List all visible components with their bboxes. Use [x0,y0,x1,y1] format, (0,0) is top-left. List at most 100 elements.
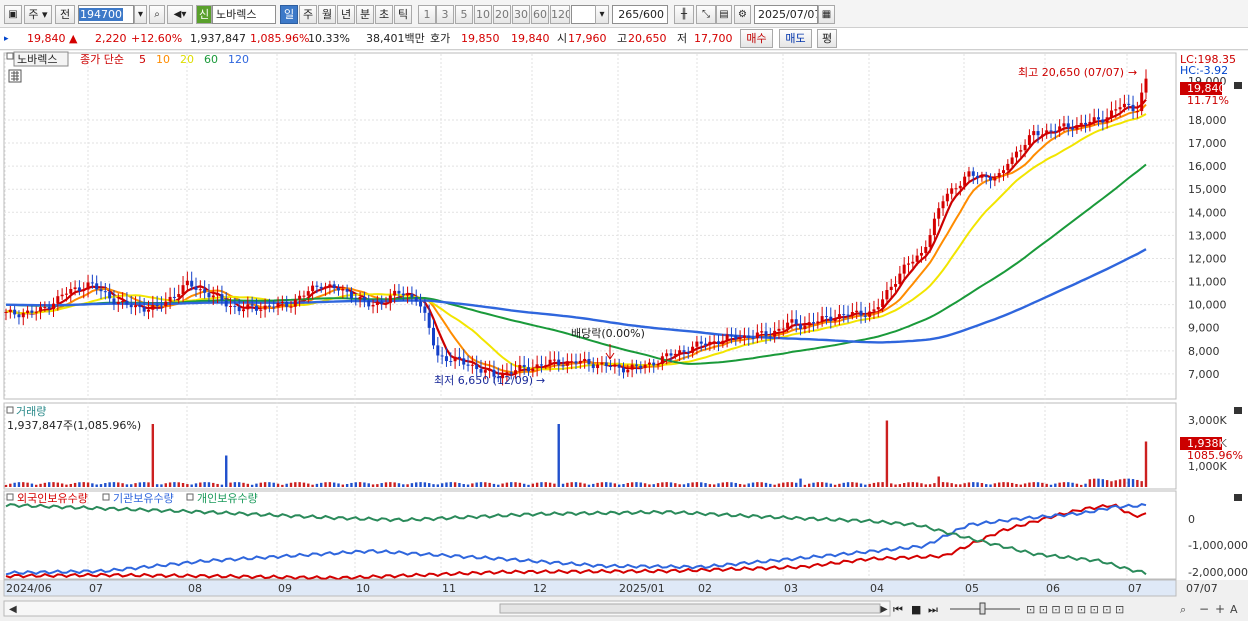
candle-body [954,188,958,190]
xlabel-8: 02 [698,582,712,595]
candle-body [894,284,898,287]
period-tab-1[interactable]: 주 [299,5,317,24]
volume-bar [108,482,111,487]
volume-bar [376,484,379,487]
volume-bar [941,482,945,487]
expand-icon[interactable]: ▸ [4,32,9,46]
play-forward-icon[interactable]: ⏭ [928,603,938,616]
volume-bar [700,482,703,487]
candle-body [1092,117,1096,122]
candle-body [99,289,103,292]
candle-body [665,353,669,357]
date-input[interactable]: 2025/07/07 [754,5,818,24]
volume-bar [237,482,241,487]
volume-bar [721,482,725,487]
eval-button[interactable]: 평 [817,29,837,48]
volume-bar [535,482,539,487]
search-icon[interactable]: ⌕ [149,5,165,24]
candle-body [134,305,138,308]
volume-bar [898,484,902,487]
ytick-14000: 14,000 [1188,206,1227,219]
volume-bar [104,483,107,487]
tools-icon[interactable]: ⤡ [696,5,716,24]
font-size-icon[interactable]: A [1230,603,1238,616]
volume-bar [324,482,327,487]
interval-dropdown-button[interactable]: ▾ [595,5,609,24]
volume-bar [885,420,889,487]
period-tab-5[interactable]: 초 [375,5,393,24]
stop-icon[interactable]: ■ [911,603,921,616]
candle-body [453,356,457,362]
scroll-right-icon[interactable]: ▶ [880,604,888,615]
candle-body [1122,103,1126,108]
volume-bar [980,483,984,487]
minute-tab-10[interactable]: 10 [474,5,492,24]
minute-tab-3[interactable]: 3 [436,5,454,24]
chart-area[interactable]: 노바렉스 종가 단순 5 10 20 60 120 최고 20,650 (07/07) … [0,51,1248,621]
candle-body [86,282,90,290]
minute-tab-5[interactable]: 5 [455,5,473,24]
count-input[interactable]: 265/600 [612,5,668,24]
calendar-icon[interactable]: ▦ [818,5,835,24]
candle-type-icon[interactable]: ╫ [674,5,694,24]
volume-bar [812,482,815,487]
volume-bar [1032,482,1035,487]
zoom-out-icon[interactable]: − [1199,602,1209,616]
minute-tab-30[interactable]: 30 [512,5,530,24]
period-tab-0[interactable]: 일 [280,5,298,24]
tool-icons[interactable]: ⊡ ⊡ ⊡ ⊡ ⊡ ⊡ ⊡ ⊡ [1026,603,1124,616]
minute-tab-60[interactable]: 60 [531,5,549,24]
candle-body [349,291,353,299]
volume-bar [1092,478,1096,487]
play-back-icon[interactable]: ⏮ [893,603,903,616]
minute-tab-120[interactable]: 120 [550,5,570,24]
volume-bar [229,482,232,487]
buy-button[interactable]: 매수 [740,29,773,48]
candle-body [734,335,738,340]
volume-bar [419,482,422,487]
scroll-thumb[interactable] [499,603,881,614]
minute-tab-20[interactable]: 20 [493,5,511,24]
holding-close-icon[interactable] [1234,494,1242,501]
gear-icon[interactable]: ⚙ [734,5,751,24]
volume-bar [859,483,863,487]
period-tab-3[interactable]: 년 [337,5,355,24]
volume-bar [406,484,409,487]
period-tab-4[interactable]: 분 [356,5,374,24]
candle-body [704,343,708,346]
volume-bar [803,484,807,487]
candle-body [824,316,828,318]
volume-bar [22,482,25,487]
zoom-in-icon[interactable]: + [1215,602,1225,616]
magnify-icon[interactable]: ⌕ [1180,603,1186,616]
volume-bar [760,482,763,487]
volume-bar [864,484,867,487]
sell-button[interactable]: 매도 [779,29,812,48]
candle-body [423,306,427,313]
period-tab-2[interactable]: 월 [318,5,336,24]
volume-bar [851,482,854,487]
window-menu-icon[interactable]: ▣ [4,5,22,24]
scroll-left-icon[interactable]: ◀ [9,604,17,615]
prev-button[interactable]: 전 [55,5,75,24]
volume-bar [997,482,1001,487]
candle-body [643,364,647,369]
change-value: 2,220 [95,32,127,45]
candle-body [1071,127,1075,130]
code-dropdown-button[interactable]: ▾ [134,5,147,24]
market-select[interactable]: 주 ▾ [24,5,52,24]
stock-name-field[interactable]: 노바렉스 [212,5,276,24]
speaker-icon[interactable]: ◀▾ [167,5,193,24]
pane-scroll-icon[interactable] [1234,82,1242,89]
zoom-slider-thumb[interactable] [979,602,986,615]
volume-bar [730,482,733,487]
save-icon[interactable]: ▤ [716,5,732,24]
code-input[interactable]: 194700 [78,5,134,24]
minute-tab-1[interactable]: 1 [418,5,436,24]
ma-label: 종가 단순 [80,53,124,66]
volume-close-icon[interactable] [1234,407,1242,414]
chart-svg[interactable]: 노바렉스 종가 단순 5 10 20 60 120 최고 20,650 (07/07) … [0,51,1248,621]
period-tab-6[interactable]: 틱 [394,5,412,24]
candle-body [980,175,984,178]
candle-body [1144,78,1148,93]
